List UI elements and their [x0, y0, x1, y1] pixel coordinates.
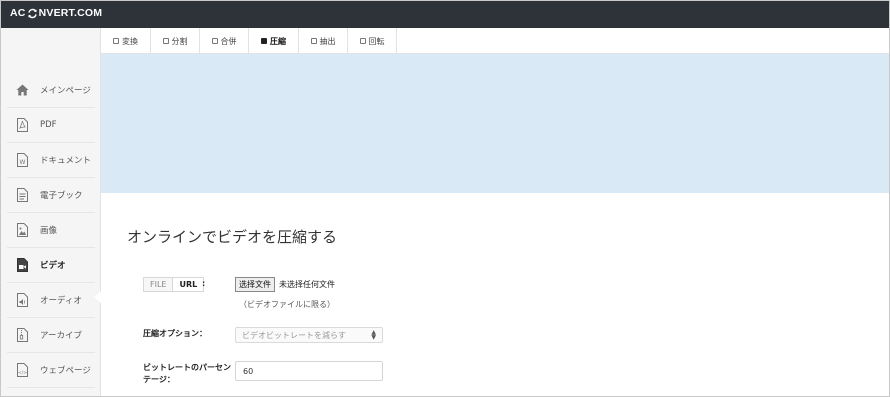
sidebar-item-audio[interactable]: オーディオ — [7, 283, 95, 318]
tab-label: 回転 — [368, 36, 385, 46]
tab-label: 変換 — [122, 36, 138, 46]
tab-rotate[interactable]: 回転 — [348, 28, 397, 54]
video-file-icon — [16, 258, 29, 272]
tab-extract[interactable]: 抽出 — [299, 28, 348, 54]
bitrate-percent-input[interactable]: 60 — [235, 361, 383, 381]
select-arrows-icon: ▲ ▼ — [371, 329, 376, 341]
sidebar-item-ebook[interactable]: 電子ブック — [7, 178, 95, 213]
sidebar-item-label: アーカイブ — [40, 331, 82, 341]
tab-label: 分割 — [171, 36, 188, 46]
sidebar-item-documents[interactable]: W ドキュメント — [7, 143, 95, 178]
tab-label: 合併 — [220, 36, 237, 46]
compress-option-select[interactable]: ビデオビットレートを減らす ▲ ▼ — [235, 327, 383, 343]
file-hint: （ビデオファイルに限る） — [239, 300, 335, 309]
checkbox-icon — [211, 38, 218, 44]
sidebar-item-label: オーディオ — [40, 296, 82, 306]
active-item-pointer — [94, 291, 101, 303]
pdf-file-icon — [16, 118, 29, 132]
archive-file-icon — [16, 328, 29, 342]
site-logo[interactable]: AC NVERT.COM — [10, 7, 102, 19]
sidebar-item-label: ドキュメント — [40, 156, 92, 166]
file-status-text: 未选择任何文件 — [279, 280, 335, 289]
home-icon — [16, 83, 29, 97]
compress-option-label: 圧縮オプション： — [143, 329, 207, 338]
sidebar-item-label: 電子ブック — [40, 191, 83, 201]
app-window: AC NVERT.COM メインページ PDF W ドキュメント 電子ブック 画… — [0, 0, 890, 397]
sidebar-item-pdf[interactable]: PDF — [7, 108, 95, 143]
logo-text-right: NVERT.COM — [38, 7, 103, 19]
tab-split[interactable]: 分割 — [151, 28, 200, 54]
page-title: オンラインでビデオを圧縮する — [127, 228, 338, 246]
checkbox-filled-icon — [261, 38, 267, 44]
sidebar-item-archive[interactable]: アーカイブ — [7, 318, 95, 353]
sidebar-item-video[interactable]: ビデオ — [7, 248, 95, 283]
tab-convert[interactable]: 変換 — [101, 28, 151, 54]
file-toggle-button[interactable]: FILE — [144, 278, 174, 291]
top-bar: AC NVERT.COM — [1, 1, 889, 28]
svg-text:</>: </> — [18, 370, 27, 376]
tab-merge[interactable]: 合併 — [200, 28, 249, 54]
checkbox-icon — [310, 38, 317, 44]
svg-text:W: W — [20, 159, 26, 166]
ebook-icon — [16, 188, 29, 202]
sidebar-item-label: ビデオ — [40, 261, 66, 271]
refresh-logo-icon — [27, 8, 37, 18]
url-toggle-button[interactable]: URL — [173, 278, 204, 291]
select-value: ビデオビットレートを減らす — [242, 330, 346, 340]
bitrate-label-line2: テージ： — [143, 375, 175, 384]
checkbox-icon — [359, 38, 366, 44]
tab-label: 抽出 — [319, 36, 336, 46]
image-file-icon — [16, 223, 29, 237]
bitrate-label-line1: ビットレートのパーセン — [143, 363, 231, 372]
sidebar-item-home[interactable]: メインページ — [7, 73, 95, 108]
tab-compress[interactable]: 圧縮 — [249, 28, 299, 54]
checkbox-icon — [162, 38, 169, 44]
word-doc-icon: W — [16, 153, 29, 167]
tool-tabs: 変換 分割 合併 圧縮 抽出 回転 — [101, 28, 889, 54]
choose-file-button[interactable]: 选择文件 — [235, 277, 275, 292]
logo-text-left: AC — [10, 7, 26, 19]
sidebar-item-label: メインページ — [40, 86, 91, 96]
sidebar-item-label: 画像 — [40, 226, 58, 236]
bitrate-percent-label: ビットレートのパーセン テージ： — [143, 362, 231, 386]
sidebar: メインページ PDF W ドキュメント 電子ブック 画像 ビデオ オーディオ ア… — [1, 28, 101, 396]
banner-area — [101, 54, 889, 193]
audio-file-icon — [16, 293, 29, 307]
sidebar-item-webpage[interactable]: </> ウェブページ — [7, 353, 95, 388]
code-file-icon: </> — [16, 363, 29, 377]
sidebar-item-label: ウェブページ — [40, 366, 91, 376]
input-value: 60 — [243, 366, 254, 376]
source-toggle: FILE URL — [143, 277, 205, 292]
source-colon: : — [202, 279, 206, 288]
sidebar-item-image[interactable]: 画像 — [7, 213, 95, 248]
sidebar-item-label: PDF — [40, 120, 57, 130]
checkbox-icon — [113, 38, 119, 44]
tab-label: 圧縮 — [270, 36, 286, 46]
